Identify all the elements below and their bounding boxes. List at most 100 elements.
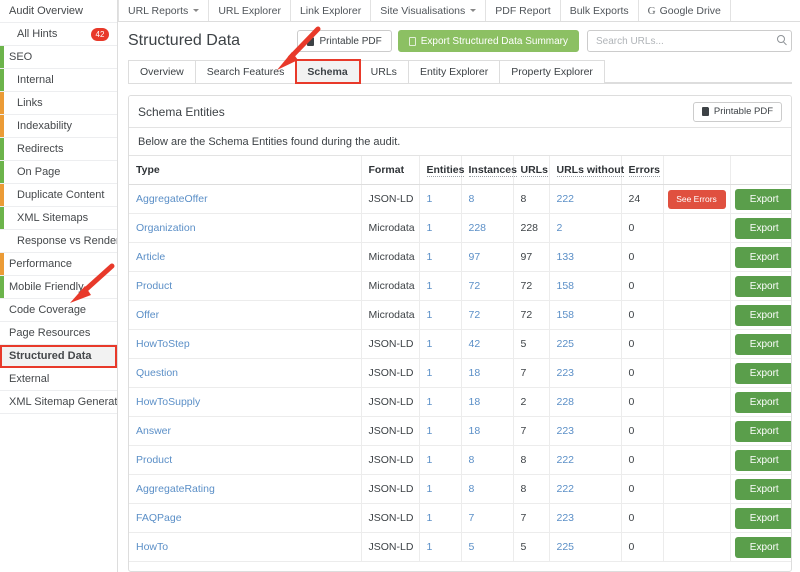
entities-value[interactable]: 1 [427,483,433,495]
cell-urls_without[interactable]: 225 [549,329,622,359]
cell-type[interactable]: Answer [129,416,362,446]
cell-urls_without[interactable]: 223 [549,416,622,446]
cell-type[interactable]: Organization [129,213,362,243]
entities-value[interactable]: 1 [427,193,433,205]
instances-value[interactable]: 72 [469,280,481,292]
cell-urls_without[interactable]: 158 [549,300,622,330]
sidebar-item-indexability[interactable]: Indexability [0,115,117,138]
column-header-instances[interactable]: Instances [461,156,517,185]
urls_without-value[interactable]: 133 [557,251,575,263]
cell-instances[interactable]: 72 [461,271,514,301]
urls_without-value[interactable]: 2 [557,222,563,234]
urls_without-value[interactable]: 223 [557,512,575,524]
type-value[interactable]: Article [136,251,165,263]
cell-entities[interactable]: 1 [419,213,462,243]
export-button[interactable]: Export [735,478,791,500]
printable-pdf-button[interactable]: Printable PDF [297,30,392,52]
export-button[interactable]: Export [735,507,791,529]
entities-value[interactable]: 1 [427,367,433,379]
tab-schema[interactable]: Schema [295,59,361,84]
type-value[interactable]: Offer [136,309,159,321]
sidebar-item-page-resources[interactable]: Page Resources [0,322,117,345]
entities-value[interactable]: 1 [427,338,433,350]
instances-value[interactable]: 8 [469,193,475,205]
cell-urls_without[interactable]: 222 [549,445,622,475]
cell-entities[interactable]: 1 [419,329,462,359]
cell-entities[interactable]: 1 [419,387,462,417]
sidebar-item-links[interactable]: Links [0,92,117,115]
sidebar-item-on-page[interactable]: On Page [0,161,117,184]
export-button[interactable]: Export [735,449,791,471]
entities-value[interactable]: 1 [427,280,433,292]
sidebar-item-xml-sitemap-generator[interactable]: XML Sitemap Generator [0,391,117,414]
instances-value[interactable]: 228 [469,222,487,234]
cell-instances[interactable]: 8 [461,474,514,504]
export-button[interactable]: Export [735,246,791,268]
export-button[interactable]: Export [735,333,791,355]
entities-value[interactable]: 1 [427,454,433,466]
sidebar-item-response-vs-render[interactable]: Response vs Render [0,230,117,253]
type-value[interactable]: FAQPage [136,512,182,524]
cell-type[interactable]: FAQPage [129,503,362,533]
cell-urls_without[interactable]: 228 [549,387,622,417]
urls_without-value[interactable]: 223 [557,367,575,379]
cell-instances[interactable]: 228 [461,213,514,243]
chevron-down-icon[interactable] [470,9,477,12]
type-value[interactable]: HowToStep [136,338,190,350]
instances-value[interactable]: 8 [469,483,475,495]
sidebar-item-mobile-friendly[interactable]: Mobile Friendly [0,276,117,299]
instances-value[interactable]: 7 [469,512,475,524]
instances-value[interactable]: 18 [469,425,481,437]
cell-urls_without[interactable]: 223 [549,358,622,388]
export-structured-data-summary-button[interactable]: Export Structured Data Summary [397,30,579,52]
urls_without-value[interactable]: 158 [557,309,575,321]
column-header-type[interactable]: Type [129,156,362,185]
urls_without-value[interactable]: 222 [557,483,575,495]
see-errors-button[interactable]: See Errors [667,189,726,209]
cell-entities[interactable]: 1 [419,503,462,533]
sidebar-item-internal[interactable]: Internal [0,69,117,92]
entities-value[interactable]: 1 [427,251,433,263]
instances-value[interactable]: 18 [469,396,481,408]
urls_without-value[interactable]: 225 [557,338,575,350]
topnav-item-link-explorer[interactable]: Link Explorer [291,0,372,21]
instances-value[interactable]: 97 [469,251,481,263]
entities-value[interactable]: 1 [427,309,433,321]
urls_without-value[interactable]: 225 [557,541,575,553]
sidebar-item-structured-data[interactable]: Structured Data [0,345,117,368]
column-header-urls-without[interactable]: URLs without [549,156,625,185]
sidebar-item-performance[interactable]: Performance [0,253,117,276]
topnav-item-url-explorer[interactable]: URL Explorer [209,0,291,21]
export-button[interactable]: Export [735,304,791,326]
instances-value[interactable]: 8 [469,454,475,466]
cell-entities[interactable]: 1 [419,474,462,504]
column-header-errors[interactable]: Errors [621,156,664,185]
column-header-urls[interactable]: URLs [513,156,550,185]
cell-entities[interactable]: 1 [419,242,462,272]
cell-urls_without[interactable]: 223 [549,503,622,533]
instances-value[interactable]: 72 [469,309,481,321]
cell-type[interactable]: Offer [129,300,362,330]
instances-value[interactable]: 5 [469,541,475,553]
sidebar-item-external[interactable]: External [0,368,117,391]
topnav-item-url-reports[interactable]: URL Reports [118,0,210,21]
cell-type[interactable]: HowToSupply [129,387,362,417]
tab-property-explorer[interactable]: Property Explorer [500,60,605,83]
entities-value[interactable]: 1 [427,222,433,234]
tab-overview[interactable]: Overview [128,60,196,83]
cell-entities[interactable]: 1 [419,445,462,475]
urls_without-value[interactable]: 158 [557,280,575,292]
sidebar-item-audit-overview[interactable]: Audit Overview [0,0,117,23]
cell-entities[interactable]: 1 [419,532,462,562]
cell-urls_without[interactable]: 2 [549,213,622,243]
column-header-actions-8[interactable] [730,156,791,185]
entities-value[interactable]: 1 [427,512,433,524]
cell-type[interactable]: Product [129,271,362,301]
cell-entities[interactable]: 1 [419,416,462,446]
cell-entities[interactable]: 1 [419,300,462,330]
topnav-item-pdf-report[interactable]: PDF Report [486,0,561,21]
cell-instances[interactable]: 7 [461,503,514,533]
sidebar-item-duplicate-content[interactable]: Duplicate Content [0,184,117,207]
export-button[interactable]: Export [735,188,791,210]
cell-instances[interactable]: 8 [461,445,514,475]
